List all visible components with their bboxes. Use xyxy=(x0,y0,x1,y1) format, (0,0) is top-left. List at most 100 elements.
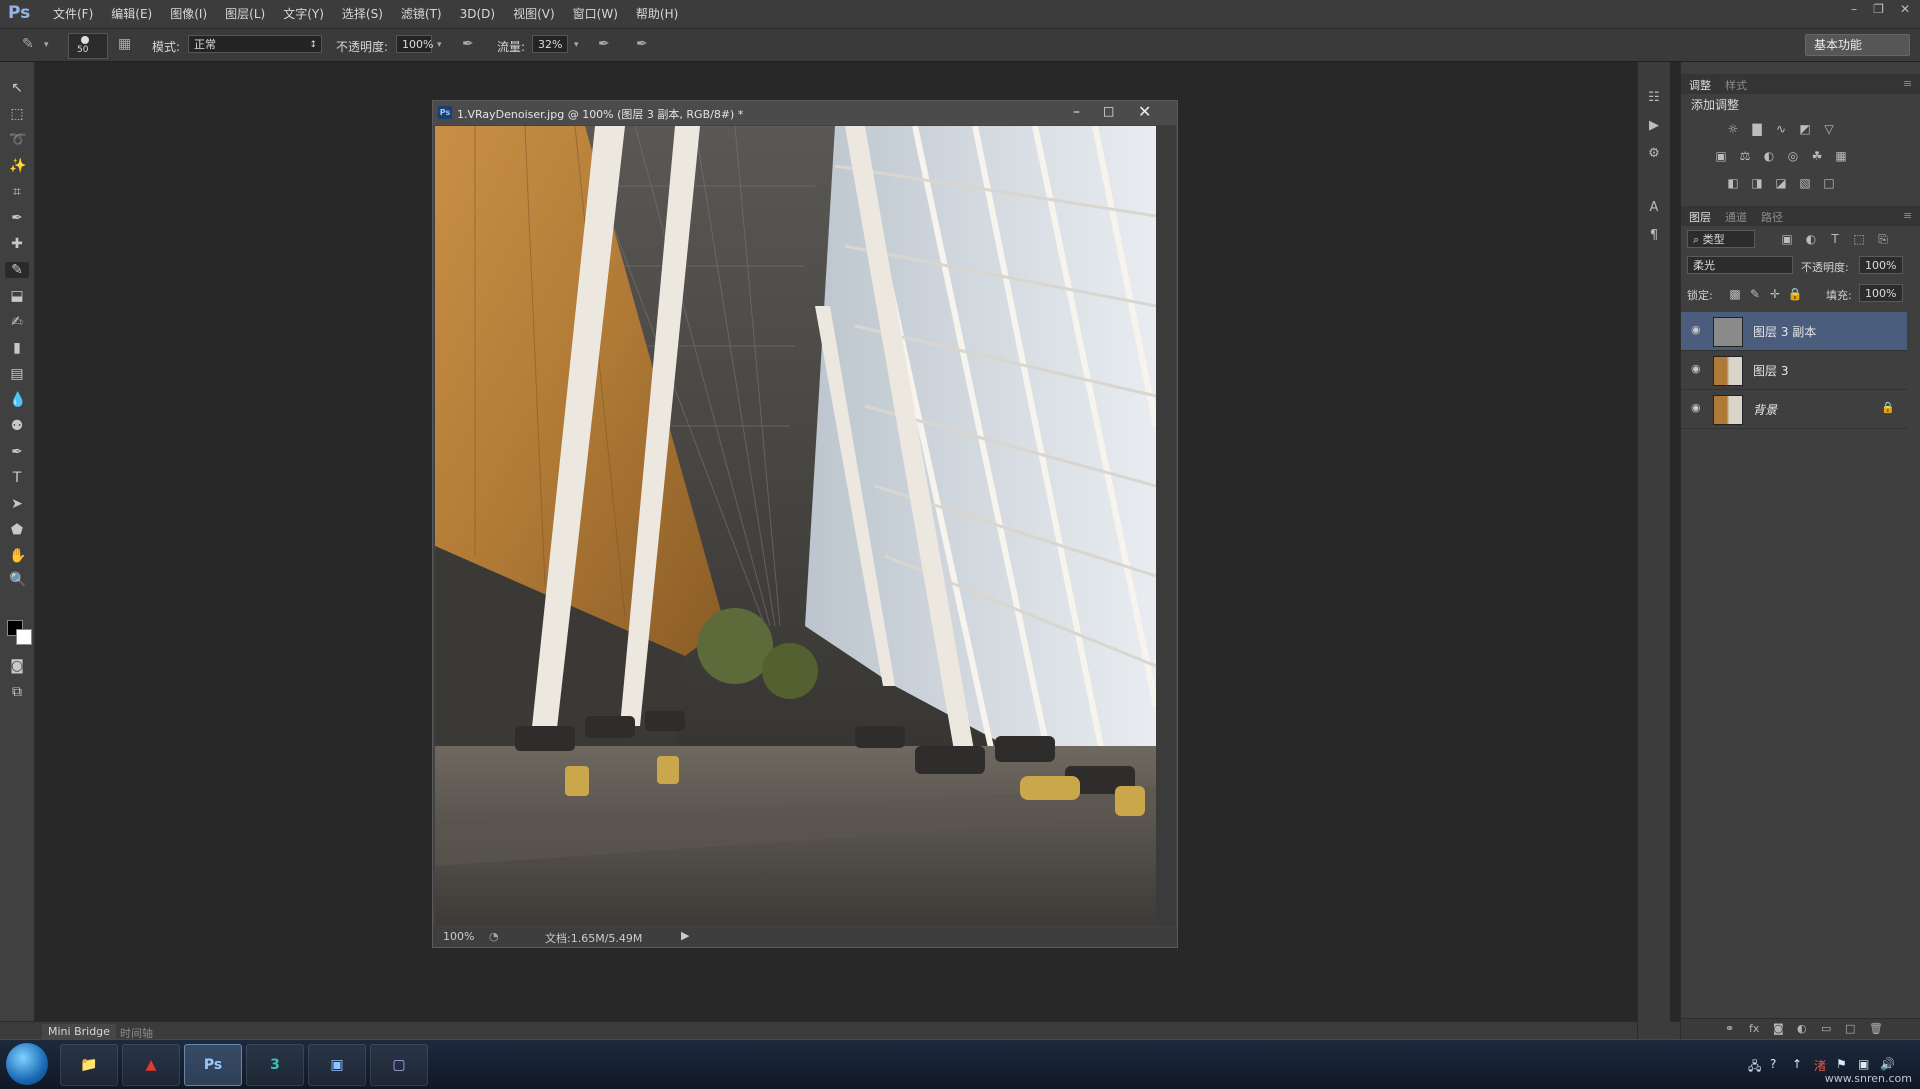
brush-preset-picker[interactable]: 50 xyxy=(68,33,108,59)
zoom-level[interactable]: 100% xyxy=(443,930,474,943)
menu-image[interactable]: 图像(I) xyxy=(161,0,216,28)
menu-type[interactable]: 文字(Y) xyxy=(274,0,333,28)
tray-volume-icon[interactable]: 🔊 xyxy=(1880,1057,1895,1071)
tab-adjustments[interactable]: 调整 xyxy=(1689,77,1711,93)
acrobat-taskbar-icon[interactable]: ▲ xyxy=(122,1044,180,1086)
clone-stamp-tool-icon[interactable]: ⬓ xyxy=(9,288,25,304)
flow-input[interactable]: 32% xyxy=(532,35,568,53)
layer-opacity-input[interactable]: 100% xyxy=(1859,256,1903,274)
restore-icon[interactable]: ❐ xyxy=(1873,2,1884,16)
threshold-icon[interactable]: ◪ xyxy=(1773,176,1789,190)
magic-wand-tool-icon[interactable]: ✨ xyxy=(9,158,26,174)
shape-tool-icon[interactable]: ⬟ xyxy=(9,522,25,538)
vibrance-icon[interactable]: ▽ xyxy=(1821,122,1837,136)
blur-tool-icon[interactable]: 💧 xyxy=(9,392,26,408)
color-lookup-icon[interactable]: ▦ xyxy=(1833,149,1849,163)
levels-icon[interactable]: ▇ xyxy=(1749,122,1765,136)
menu-layer[interactable]: 图层(L) xyxy=(216,0,274,28)
layer-row-background[interactable]: ◉ 背景 🔒 xyxy=(1681,390,1907,429)
document-scrollbar[interactable] xyxy=(1156,126,1176,926)
pen-tool-icon[interactable]: ✒ xyxy=(9,444,25,460)
tab-layers[interactable]: 图层 xyxy=(1689,209,1711,225)
panel-menu-icon[interactable]: ≡ xyxy=(1903,77,1912,90)
history-panel-icon[interactable]: ☷ xyxy=(1646,90,1662,106)
pressure-opacity-icon[interactable]: ✒ xyxy=(462,36,474,52)
doc-maximize-icon[interactable]: □ xyxy=(1103,104,1114,118)
filter-pixel-icon[interactable]: ▣ xyxy=(1779,232,1795,246)
visibility-eye-icon[interactable]: ◉ xyxy=(1691,362,1701,375)
marquee-tool-icon[interactable]: ⬚ xyxy=(9,106,25,122)
photo-filter-icon[interactable]: ◎ xyxy=(1785,149,1801,163)
brush-tool-icon[interactable]: ✎ xyxy=(22,36,34,52)
black-white-icon[interactable]: ◐ xyxy=(1761,149,1777,163)
close-icon[interactable]: ✕ xyxy=(1900,2,1910,16)
crop-tool-icon[interactable]: ⌗ xyxy=(9,184,25,200)
new-group-icon[interactable]: ▭ xyxy=(1821,1022,1831,1035)
hand-tool-icon[interactable]: ✋ xyxy=(9,548,26,564)
tray-arrow-icon[interactable]: ↑ xyxy=(1792,1057,1802,1071)
filter-type-icon[interactable]: T xyxy=(1827,232,1843,246)
menu-window[interactable]: 窗口(W) xyxy=(564,0,627,28)
tray-network-icon[interactable]: 🖧 xyxy=(1748,1057,1761,1078)
lasso-tool-icon[interactable]: ➰ xyxy=(9,132,26,148)
hue-saturation-icon[interactable]: ▣ xyxy=(1713,149,1729,163)
capture-taskbar-icon[interactable]: ▢ xyxy=(370,1044,428,1086)
eyedropper-tool-icon[interactable]: ✒ xyxy=(9,210,25,226)
tab-mini-bridge[interactable]: Mini Bridge xyxy=(42,1024,116,1039)
gradient-map-icon[interactable]: ▧ xyxy=(1797,176,1813,190)
selective-color-icon[interactable]: □ xyxy=(1821,176,1837,190)
doc-minimize-icon[interactable]: – xyxy=(1073,104,1080,120)
opacity-dropdown-icon[interactable]: ▾ xyxy=(437,40,442,50)
path-selection-tool-icon[interactable]: ➤ xyxy=(9,496,25,512)
background-color-swatch[interactable] xyxy=(16,629,32,645)
mode-select[interactable]: 正常 ↕ xyxy=(188,35,322,53)
color-balance-icon[interactable]: ⚖ xyxy=(1737,149,1753,163)
window-taskbar-icon[interactable]: ▣ xyxy=(308,1044,366,1086)
status-menu-arrow-icon[interactable]: ▶ xyxy=(681,929,689,942)
photoshop-taskbar-icon[interactable]: Ps xyxy=(184,1044,242,1086)
brightness-contrast-icon[interactable]: ☼ xyxy=(1725,122,1741,136)
document-titlebar[interactable]: Ps 1.VRayDenoiser.jpg @ 100% (图层 3 副本, R… xyxy=(433,101,1177,125)
fill-input[interactable]: 100% xyxy=(1859,284,1903,302)
layer-style-icon[interactable]: fx xyxy=(1749,1022,1759,1035)
gradient-tool-icon[interactable]: ▤ xyxy=(9,366,25,382)
filter-adjustment-icon[interactable]: ◐ xyxy=(1803,232,1819,246)
paragraph-panel-icon[interactable]: ¶ xyxy=(1646,228,1662,244)
blend-mode-select[interactable]: 柔光 xyxy=(1687,256,1793,274)
airbrush-icon[interactable]: ✒ xyxy=(598,36,610,52)
minimize-icon[interactable]: – xyxy=(1851,2,1857,16)
brush-panel-icon[interactable]: ▦ xyxy=(118,36,131,52)
layer-row-layer3[interactable]: ◉ 图层 3 xyxy=(1681,351,1907,390)
properties-panel-icon[interactable]: ⚙ xyxy=(1646,146,1662,162)
character-panel-icon[interactable]: A xyxy=(1646,200,1662,216)
screen-mode-icon[interactable]: ⧉ xyxy=(9,684,25,700)
menu-filter[interactable]: 滤镜(T) xyxy=(392,0,451,28)
layer-filter-select[interactable]: ⌕ 类型 xyxy=(1687,230,1755,248)
visibility-eye-icon[interactable]: ◉ xyxy=(1691,401,1701,414)
image-canvas[interactable] xyxy=(435,126,1156,926)
tab-paths[interactable]: 路径 xyxy=(1761,209,1783,225)
move-tool-icon[interactable]: ↖ xyxy=(9,80,25,96)
curves-icon[interactable]: ∿ xyxy=(1773,122,1789,136)
start-button[interactable] xyxy=(6,1043,48,1085)
new-adjustment-layer-icon[interactable]: ◐ xyxy=(1797,1022,1807,1035)
actions-panel-icon[interactable]: ▶ xyxy=(1646,118,1662,134)
channel-mixer-icon[interactable]: ☘ xyxy=(1809,149,1825,163)
pressure-size-icon[interactable]: ✒ xyxy=(636,36,648,52)
new-layer-icon[interactable]: □ xyxy=(1845,1022,1855,1035)
filter-shape-icon[interactable]: ⬚ xyxy=(1851,232,1867,246)
posterize-icon[interactable]: ◨ xyxy=(1749,176,1765,190)
add-mask-icon[interactable]: ◙ xyxy=(1773,1022,1784,1035)
3dsmax-taskbar-icon[interactable]: 3 xyxy=(246,1044,304,1086)
chevron-down-icon[interactable]: ▾ xyxy=(44,40,49,50)
layer-row-layer3-copy[interactable]: ◉ 图层 3 副本 xyxy=(1681,312,1907,351)
tab-styles[interactable]: 样式 xyxy=(1725,77,1747,93)
menu-edit[interactable]: 编辑(E) xyxy=(102,0,161,28)
flow-dropdown-icon[interactable]: ▾ xyxy=(574,40,579,50)
link-layers-icon[interactable]: ⚭ xyxy=(1725,1022,1734,1035)
visibility-eye-icon[interactable]: ◉ xyxy=(1691,323,1701,336)
lock-position-icon[interactable]: ✛ xyxy=(1767,287,1783,301)
workspace-select[interactable]: 基本功能 xyxy=(1805,34,1910,56)
menu-view[interactable]: 视图(V) xyxy=(504,0,564,28)
status-info-icon[interactable]: ◔ xyxy=(489,930,499,943)
